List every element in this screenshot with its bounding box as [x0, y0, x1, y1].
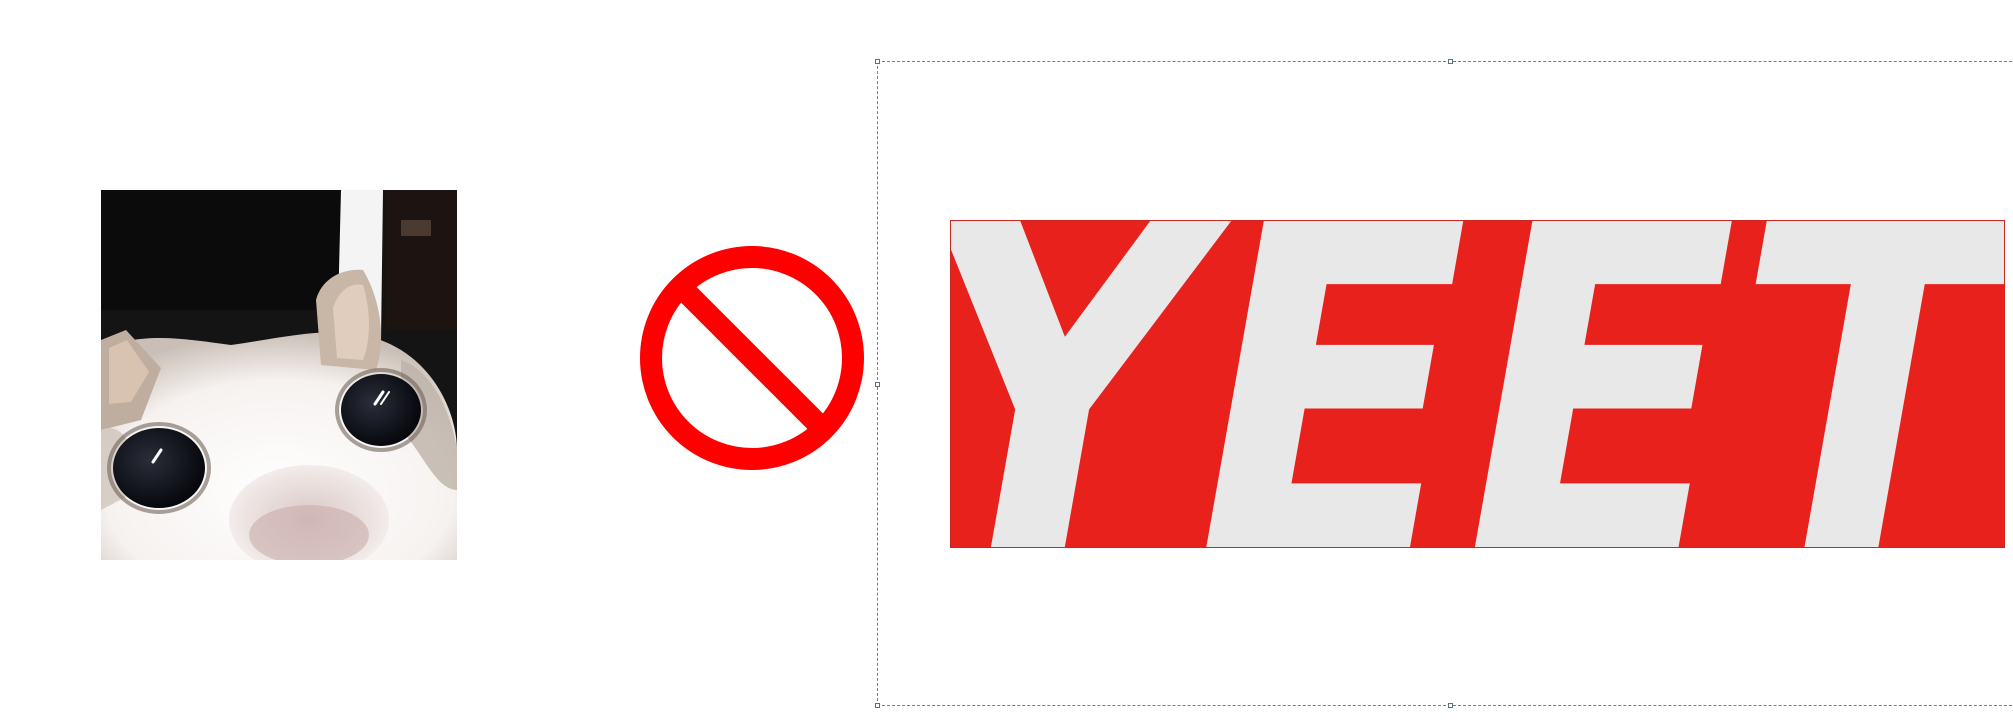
- cat-face-icon: [101, 190, 457, 560]
- cat-face-image[interactable]: [101, 190, 457, 560]
- yeet-banner[interactable]: YEET: [950, 220, 2005, 548]
- no-sign-icon: [640, 246, 864, 470]
- no-sign[interactable]: [638, 244, 866, 472]
- resize-handle-middle-left[interactable]: [875, 382, 880, 387]
- resize-handle-top-middle[interactable]: [1448, 59, 1453, 64]
- resize-handle-bottom-left[interactable]: [875, 703, 880, 708]
- resize-handle-top-left[interactable]: [875, 59, 880, 64]
- slide-canvas: YEET: [0, 0, 2013, 727]
- yeet-banner-text: YEET: [951, 221, 2005, 548]
- resize-handle-bottom-middle[interactable]: [1448, 703, 1453, 708]
- yeet-banner-graphic: YEET: [951, 221, 2005, 548]
